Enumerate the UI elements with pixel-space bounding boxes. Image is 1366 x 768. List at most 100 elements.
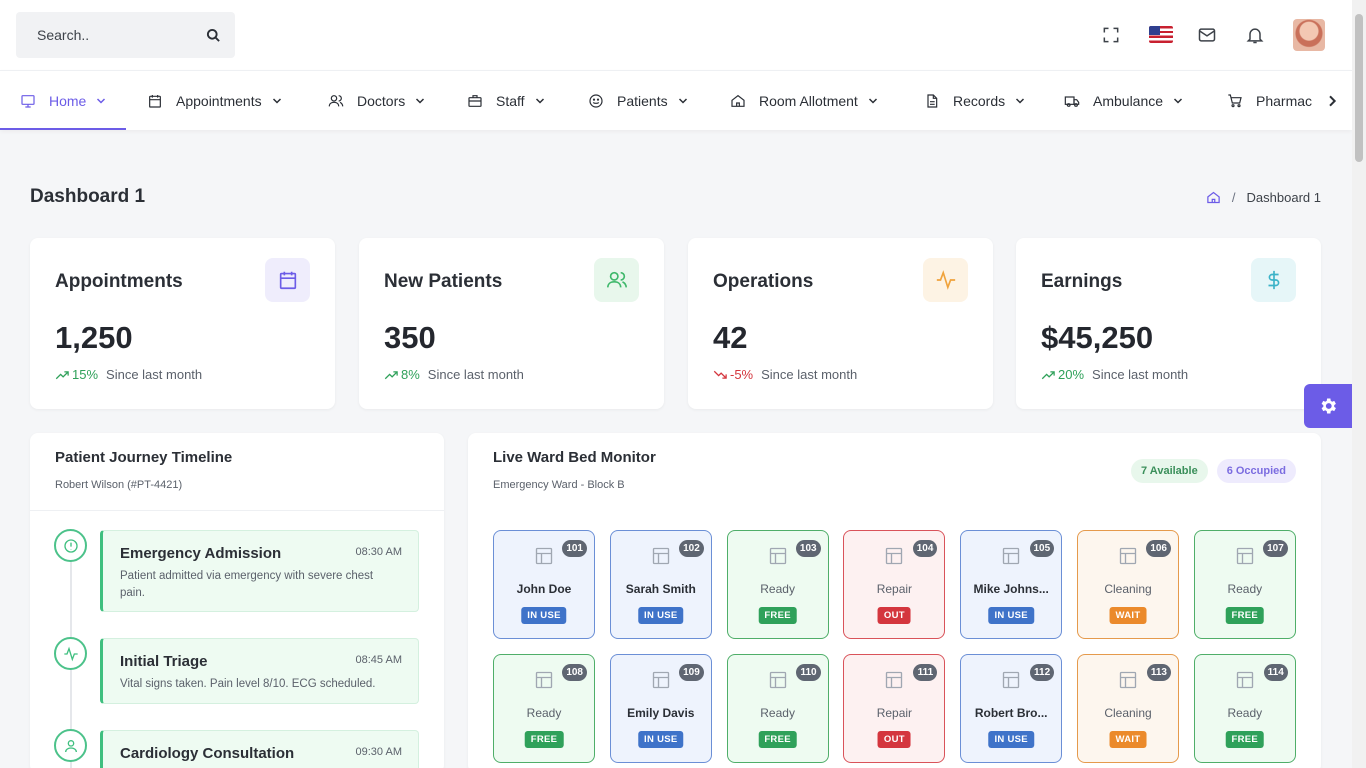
mail-icon[interactable] [1195,23,1219,47]
event-time: 09:30 AM [355,746,402,758]
available-badge: 7 Available [1131,459,1208,483]
truck-icon [1064,95,1080,107]
home-icon [731,94,745,107]
stat-title: Earnings [1041,271,1123,292]
nav-item-appointments[interactable]: Appointments [147,71,283,130]
stat-value: 42 [713,320,748,355]
bed-label: Emily Davis [627,706,695,720]
bed-card[interactable]: 101 John Doe IN USE [493,530,595,639]
timeline-event[interactable]: Emergency Admission 08:30 AM Patient adm… [100,530,419,612]
bed-number: 113 [1146,664,1171,681]
nav-label: Staff [496,92,525,109]
bed-card[interactable]: 103 Ready FREE [726,530,829,639]
bed-status-badge: IN USE [521,607,567,624]
bed-number: 114 [1263,664,1288,681]
nav-item-room-allotment[interactable]: Room Allotment [730,71,879,130]
bed-layout-icon [535,671,553,689]
stat-since: Since last month [427,367,524,382]
bed-card[interactable]: 107 Ready FREE [1193,530,1296,639]
timeline-event[interactable]: Initial Triage 08:45 AM Vital signs take… [100,638,419,704]
bed-label: Mike Johns... [973,582,1049,596]
breadcrumb-separator: / [1231,190,1236,205]
top-header: Search.. [0,0,1352,70]
users-icon [594,258,639,302]
bed-card[interactable]: 109 Emily Davis IN USE [609,654,712,763]
bed-layout-icon [1003,547,1020,565]
bed-number: 106 [1146,540,1171,557]
bed-label: Ready [760,706,795,720]
bell-icon[interactable] [1243,23,1267,47]
nav-label: Appointments [176,92,262,109]
search-input[interactable]: Search.. [37,27,206,43]
stat-title: Appointments [55,271,183,292]
page-title: Dashboard 1 [30,186,146,207]
bed-status-badge: FREE [758,731,797,748]
file-icon [927,93,938,108]
scrollbar-thumb[interactable] [1355,14,1363,162]
activity-icon [923,258,968,302]
bed-card[interactable]: 105 Mike Johns... IN USE [960,530,1063,639]
nav-item-ambulance[interactable]: Ambulance [1064,71,1184,130]
bed-layout-icon [535,547,553,565]
bed-label: Robert Bro... [974,706,1048,720]
user-icon [54,729,87,762]
bed-layout-icon [1003,671,1020,689]
briefcase-icon [468,94,482,107]
bed-card[interactable]: 102 Sarah Smith IN USE [609,530,712,639]
users-icon [328,94,344,106]
nav-item-records[interactable]: Records [924,71,1026,130]
us-flag-icon[interactable] [1149,26,1173,43]
event-title: Emergency Admission [120,545,282,562]
event-time: 08:45 AM [355,654,402,666]
nav-item-pharmacy[interactable]: Pharmac [1227,71,1312,130]
stat-percent: 15% [72,367,99,382]
breadcrumb-current: Dashboard 1 [1246,190,1321,205]
nav-item-staff[interactable]: Staff [467,71,546,130]
chevron-down-icon [1016,97,1025,104]
bed-layout-icon [652,547,669,565]
bed-card[interactable]: 112 Robert Bro... IN USE [960,654,1063,763]
bed-layout-icon [1119,671,1137,689]
dollar-icon [1251,258,1296,302]
bed-status-badge: FREE [758,607,797,624]
event-description: Vital signs taken. Pain level 8/10. ECG … [120,678,376,690]
user-avatar[interactable] [1293,19,1325,51]
bed-card[interactable]: 108 Ready FREE [493,654,595,763]
panel-title: Patient Journey Timeline [55,449,233,466]
monitor-icon [21,94,35,108]
nav-item-doctors[interactable]: Doctors [328,71,426,130]
patient-id: Robert Wilson (#PT-4421) [55,479,183,491]
bed-label: Ready [760,582,795,596]
stat-title: New Patients [384,271,503,292]
timeline-event[interactable]: Cardiology Consultation 09:30 AM [100,730,419,768]
nav-label: Pharmac [1256,92,1313,109]
home-icon[interactable] [1206,190,1221,205]
bed-card[interactable]: 106 Cleaning WAIT [1077,530,1179,639]
bed-layout-icon [652,671,669,689]
search-box[interactable]: Search.. [16,12,235,58]
bed-card[interactable]: 111 Repair OUT [843,654,946,763]
chevron-down-icon [416,97,425,104]
nav-label: Ambulance [1093,92,1164,109]
bed-card[interactable]: 110 Ready FREE [726,654,829,763]
stat-card-appointments: Appointments 1,250 15% Since last month [30,238,335,409]
bed-layout-icon [1236,671,1253,689]
bed-status-badge: OUT [877,607,911,624]
bed-card[interactable]: 104 Repair OUT [843,530,946,639]
event-time: 08:30 AM [355,546,402,558]
main-nav: Home Appointments Doctors Staff Patients… [0,70,1352,130]
bed-card[interactable]: 114 Ready FREE [1193,654,1296,763]
page-scrollbar[interactable] [1352,0,1366,768]
search-icon[interactable] [206,28,221,43]
fullscreen-icon[interactable] [1099,23,1123,47]
nav-scroll-right-button[interactable] [1312,71,1352,130]
bed-label: Repair [876,706,913,720]
nav-item-home[interactable]: Home [20,71,107,130]
bed-layout-icon [769,671,786,689]
stat-value: 1,250 [55,320,133,355]
stat-trend: 20% Since last month [1041,367,1188,382]
bed-card[interactable]: 113 Cleaning WAIT [1077,654,1179,763]
calendar-icon [265,258,310,302]
settings-button[interactable] [1304,384,1352,428]
nav-item-patients[interactable]: Patients [588,71,689,130]
